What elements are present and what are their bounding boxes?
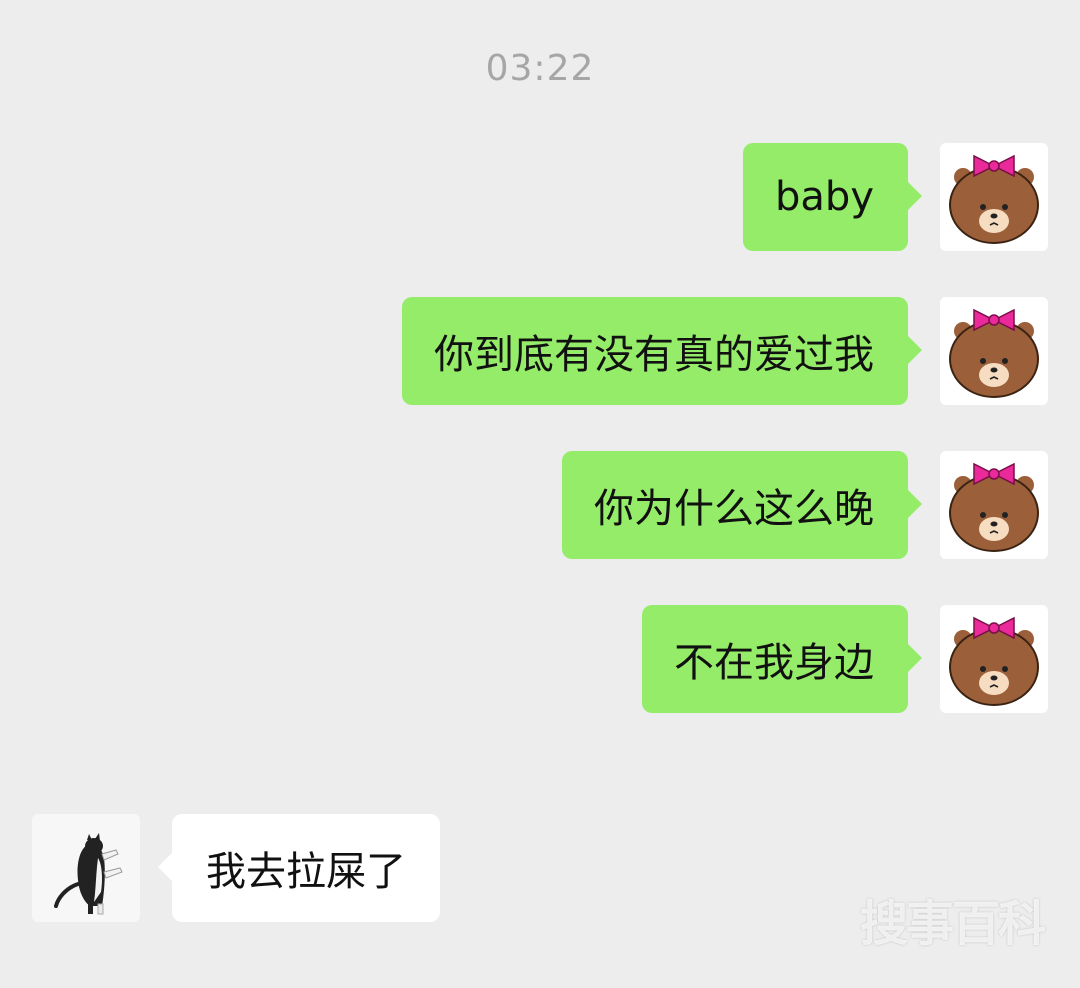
message-bubble-sent[interactable]: 不在我身边 [642, 605, 922, 713]
message-row-sent: 你为什么这么晚 [0, 451, 1080, 559]
chat-timestamp: 03:22 [485, 48, 595, 89]
message-bubble-sent[interactable]: 你为什么这么晚 [562, 451, 922, 559]
bear-avatar-icon[interactable] [940, 143, 1048, 251]
message-row-sent: baby [0, 143, 1080, 251]
message-row-sent: 不在我身边 [0, 605, 1080, 713]
message-bubble-sent[interactable]: 你到底有没有真的爱过我 [402, 297, 922, 405]
bear-avatar-icon[interactable] [940, 297, 1048, 405]
bear-avatar-icon[interactable] [940, 451, 1048, 559]
message-bubble-sent[interactable]: baby [743, 143, 922, 251]
watermark-logo: 搜事百科 [859, 896, 1046, 952]
cat-avatar-icon[interactable] [32, 814, 140, 922]
message-row-sent: 你到底有没有真的爱过我 [0, 297, 1080, 405]
bear-avatar-icon[interactable] [940, 605, 1048, 713]
message-bubble-received[interactable]: 我去拉屎了 [158, 814, 440, 922]
